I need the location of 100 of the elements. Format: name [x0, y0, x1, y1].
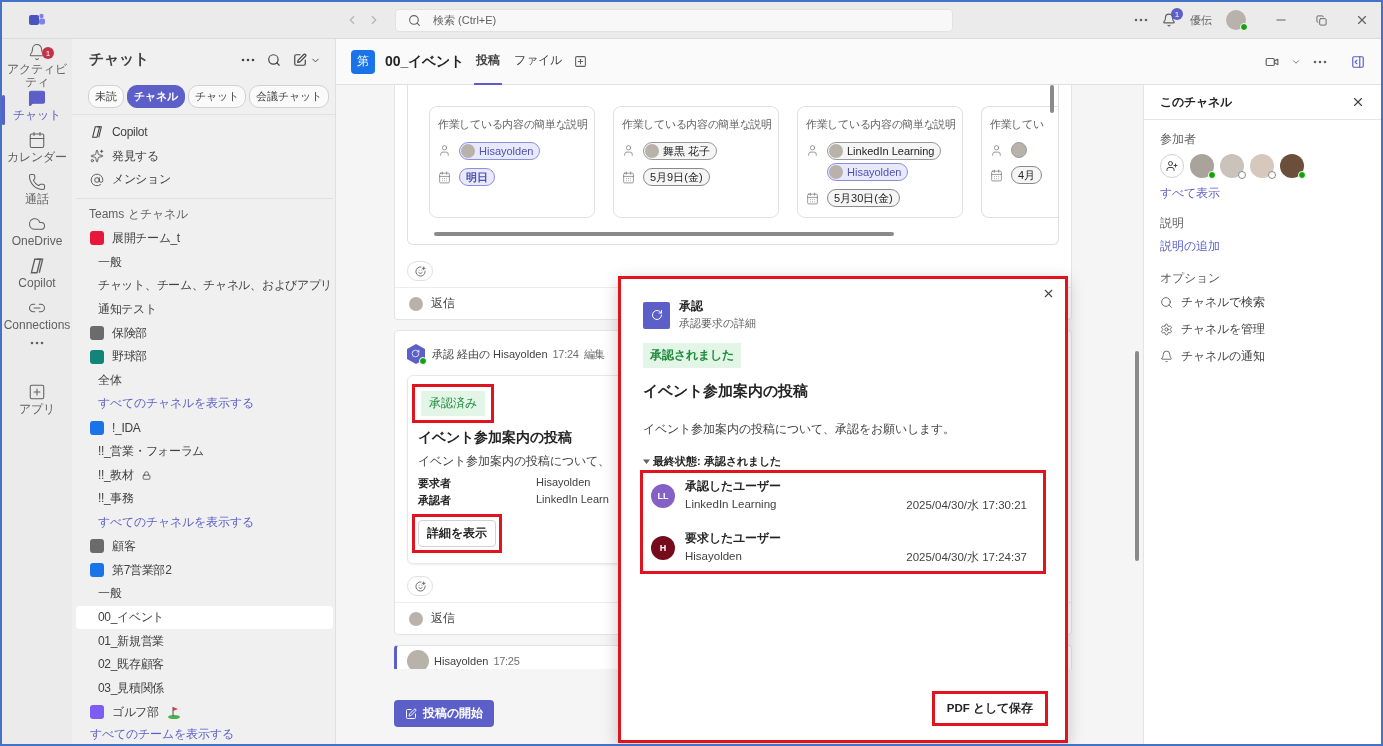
rail-item[interactable]: アプリ [2, 383, 72, 426]
channel-item[interactable]: 00_イベント [76, 605, 333, 630]
history-toggle[interactable]: 最終状態: 承認されました [643, 454, 781, 469]
filter-pill[interactable]: 未読 [88, 84, 124, 108]
due-date[interactable]: 5月9日(金) [643, 168, 710, 187]
rail-item[interactable]: 通話 [2, 173, 72, 216]
channel-item[interactable]: 02_既存顧客 [76, 652, 333, 677]
scrollbar[interactable] [1050, 85, 1054, 113]
participant-avatar[interactable] [1280, 154, 1304, 178]
swirl-icon [90, 125, 104, 140]
card-description: イベント参加案内の投稿について、 [418, 453, 610, 471]
due-date[interactable]: 5月30日(金) [827, 189, 900, 208]
reply-link[interactable]: 返信 [431, 295, 455, 313]
restore-icon[interactable] [1316, 14, 1327, 26]
more-icon[interactable] [241, 57, 255, 62]
channel-item[interactable]: !!_教材 [76, 463, 333, 488]
shortcut-item[interactable]: メンション [76, 167, 333, 192]
add-description-link[interactable]: 説明の追加 [1160, 238, 1220, 255]
channel-item[interactable]: 一般 [76, 250, 333, 274]
channel-item[interactable]: 一般 [76, 581, 333, 606]
save-pdf-button[interactable]: PDF として保存 [931, 691, 1048, 726]
start-post-button[interactable]: 投稿の開始 [394, 700, 494, 727]
more-icon[interactable] [1313, 59, 1327, 64]
team-item[interactable]: 保険部 [76, 321, 333, 345]
filter-pill[interactable]: 会議チャット [249, 84, 329, 108]
due-date[interactable]: 明日 [459, 168, 495, 187]
filter-pill[interactable]: チャット [188, 84, 246, 108]
shortcut-item[interactable]: 発見する [76, 144, 333, 168]
show-all-link[interactable]: すべてのチャネルを表示する [76, 392, 333, 417]
channel-item[interactable]: 通知テスト [76, 297, 333, 322]
search-field[interactable]: 検索 (Ctrl+E) [395, 8, 953, 32]
more-icon[interactable] [30, 341, 44, 346]
add-reaction-button[interactable] [407, 576, 433, 597]
sender-name: 承認 経由の Hisayolden [432, 346, 548, 362]
user-avatar[interactable] [1226, 10, 1246, 30]
team-item[interactable]: 展開チーム_t [76, 226, 333, 251]
add-reaction-button[interactable] [407, 261, 433, 282]
close-icon[interactable] [1355, 13, 1369, 27]
task-card[interactable]: 作業している内容の簡単な説明 Hisayolden 明日 [429, 106, 595, 219]
rail-item[interactable]: カレンダー [2, 131, 72, 174]
channel-item[interactable]: 03_見積関係 [76, 676, 333, 701]
show-all-link[interactable]: すべて表示 [1160, 185, 1220, 202]
assignee-chip[interactable]: LinkedIn Learning [827, 142, 942, 161]
scrollbar[interactable] [434, 232, 894, 237]
details-button[interactable]: 詳細を表示 [418, 520, 496, 548]
team-item[interactable]: 顧客 [76, 534, 333, 559]
add-person-icon [1166, 160, 1178, 172]
person-icon [438, 144, 451, 158]
team-item[interactable]: 第7営業部2 [76, 558, 333, 582]
add-tab-icon[interactable] [574, 55, 588, 68]
channel-item[interactable]: !!_事務 [76, 487, 333, 511]
message-time: 17:24 [552, 348, 579, 361]
field-label: 承認者 [418, 493, 452, 509]
channel-item[interactable]: !!_営業・フォーラム [76, 439, 333, 464]
shortcut-item[interactable]: Copilot [76, 120, 333, 145]
notification-count: 1 [1171, 8, 1183, 20]
channel-tab[interactable]: ファイル [512, 38, 565, 85]
close-icon[interactable] [1351, 95, 1365, 109]
participant-avatar[interactable] [1190, 154, 1214, 178]
search-icon[interactable] [267, 52, 281, 67]
rail-item[interactable]: OneDrive [2, 215, 72, 258]
dialog-heading: イベント参加案内の投稿 [643, 382, 809, 401]
edited-label: 編集 [583, 346, 605, 362]
rail-item[interactable]: Connections [2, 299, 72, 342]
compose-icon[interactable] [293, 52, 307, 67]
rail-item[interactable]: Copilot [2, 257, 72, 300]
channel-item[interactable]: チャット、チーム、チャネル、およびアプリ [76, 273, 333, 298]
task-card[interactable]: 作業してい 4月 [981, 106, 1058, 219]
team-item[interactable]: 野球部 [76, 345, 333, 369]
team-item[interactable]: ゴルフ部 [76, 700, 333, 724]
scrollbar[interactable] [1135, 351, 1139, 561]
option-item[interactable]: チャネルの通知 [1160, 346, 1265, 367]
due-date[interactable]: 4月 [1011, 166, 1043, 185]
side-panel-icon[interactable] [1351, 54, 1365, 69]
filter-pill[interactable]: チャネル [127, 84, 185, 108]
presence-dot [1240, 23, 1248, 31]
show-all-teams-link[interactable]: すべてのチームを表示する [76, 724, 333, 744]
user-avatar [409, 296, 423, 311]
option-item[interactable]: チャネルで検索 [1160, 292, 1265, 313]
assignee-chip[interactable]: 舞黒 花子 [643, 142, 718, 161]
notification-icon[interactable] [1162, 13, 1176, 27]
history-role: 承認したユーザー [685, 479, 782, 494]
task-card[interactable]: 作業している内容の簡単な説明 LinkedIn Learning Hisayolden 5月30日(金) [797, 106, 963, 219]
option-item[interactable]: チャネルを管理 [1160, 319, 1265, 340]
show-all-link[interactable]: すべてのチャネルを表示する [76, 510, 333, 535]
assignee-chip[interactable]: Hisayolden [827, 163, 909, 182]
more-icon[interactable] [1134, 18, 1148, 22]
calendar-icon [28, 131, 46, 150]
swirl-icon [28, 257, 46, 276]
channel-item[interactable]: 全体 [76, 368, 333, 393]
add-people-button[interactable] [1160, 154, 1184, 178]
dialog-body: イベント参加案内の投稿について、承認をお願いします。 [643, 421, 956, 438]
task-card[interactable]: 作業している内容の簡単な説明 舞黒 花子 5月9日(金) [613, 106, 779, 219]
team-item[interactable]: !_IDA [76, 416, 333, 440]
rail-item[interactable]: チャット [2, 89, 72, 132]
reply-link[interactable]: 返信 [431, 610, 455, 628]
bell-icon [1160, 350, 1173, 363]
field-value: LinkedIn Learn [536, 493, 609, 508]
channel-item[interactable]: 01_新規営業 [76, 629, 333, 653]
assignee-chip[interactable]: Hisayolden [459, 142, 541, 161]
